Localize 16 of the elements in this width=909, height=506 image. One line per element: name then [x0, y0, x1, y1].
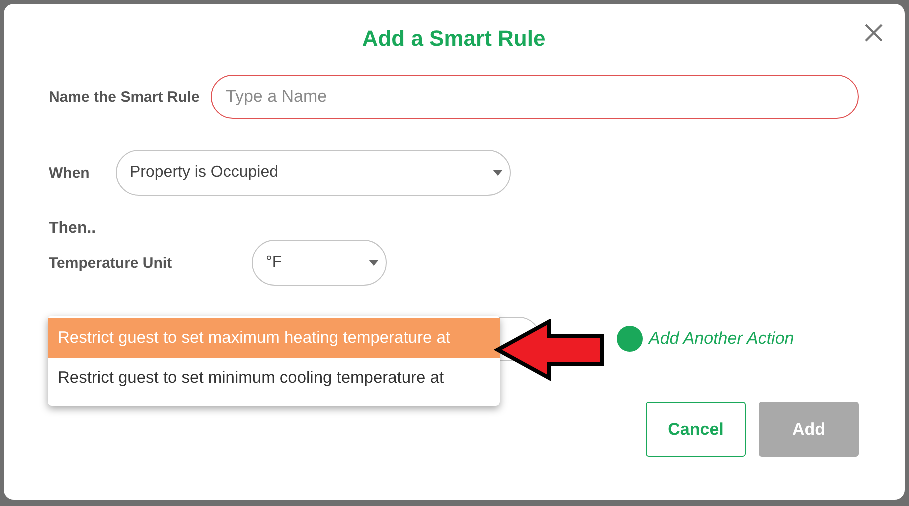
field-label: Name the Smart Rule [49, 88, 201, 106]
then-label: Then.. [49, 220, 98, 239]
field-label: When [49, 164, 91, 182]
unit-dropdown[interactable]: °F [252, 240, 387, 286]
caret-icon[interactable] [369, 260, 379, 266]
field-label: Temperature Unit [49, 254, 174, 272]
caret-icon[interactable] [493, 170, 503, 176]
menu-option[interactable]: Restrict guest to set minimum cooling temperature at [48, 358, 500, 398]
name-input-field[interactable]: Type a Name [211, 75, 859, 119]
cancel-button[interactable]: Cancel [646, 402, 746, 457]
arrow-icon [494, 319, 606, 381]
dialog-title: Add a Smart Rule [361, 25, 547, 53]
add-action-link[interactable]: Add Another Action [649, 329, 794, 349]
menu-option[interactable]: Restrict guest to set maximum heating temperature at [48, 318, 500, 358]
when-dropdown[interactable]: Property is Occupied [116, 150, 511, 196]
add-circle-icon[interactable] [617, 326, 643, 352]
